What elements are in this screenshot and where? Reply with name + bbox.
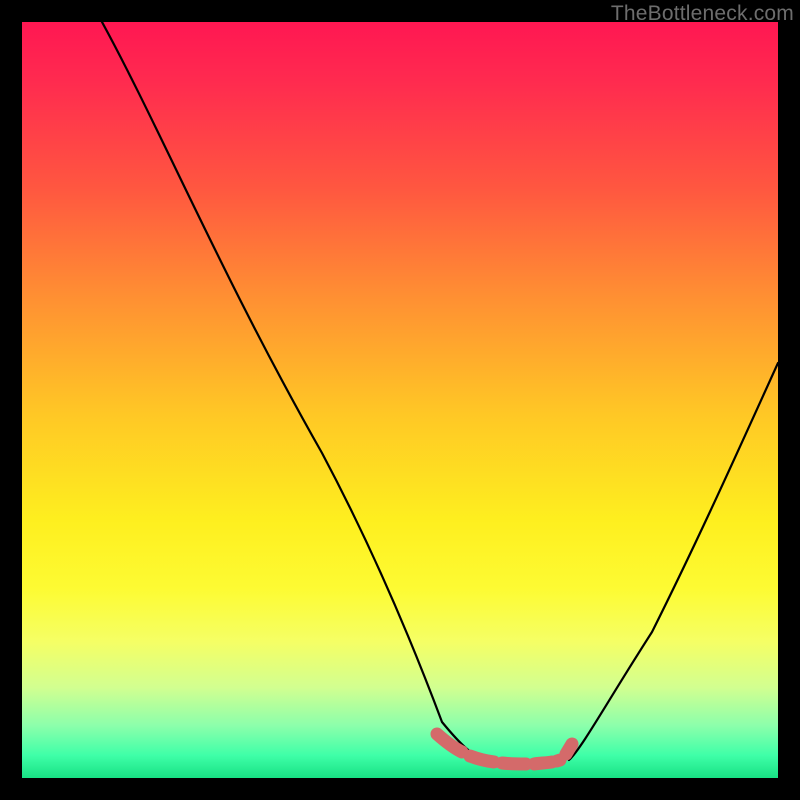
right-bottleneck-curve <box>569 363 778 760</box>
plot-area <box>22 22 778 778</box>
left-bottleneck-curve <box>102 22 490 762</box>
watermark-text: TheBottleneck.com <box>611 2 794 26</box>
curve-layer <box>22 22 778 778</box>
chart-frame: TheBottleneck.com <box>0 0 800 800</box>
